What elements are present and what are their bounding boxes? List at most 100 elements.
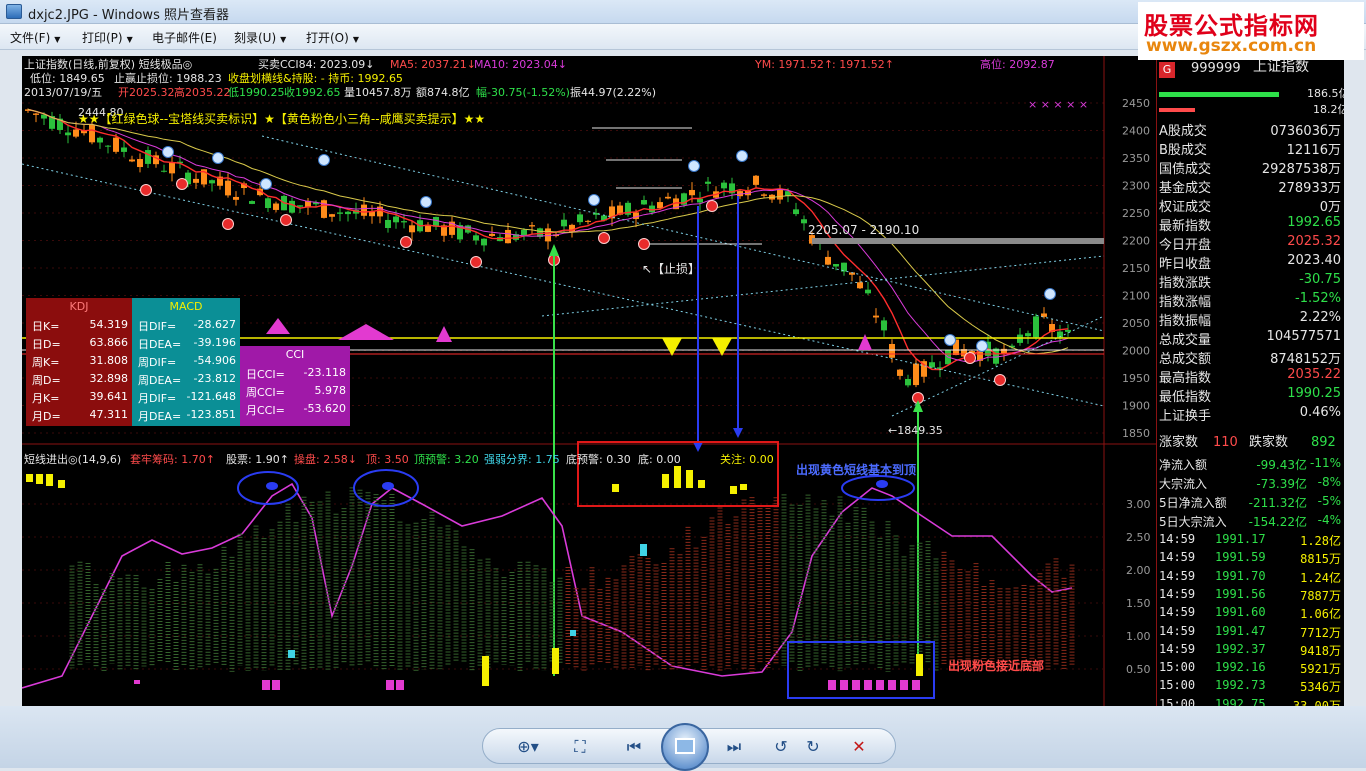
- pink-signal-block: [912, 680, 920, 690]
- flow-value: -154.22亿: [1248, 515, 1307, 529]
- y-axis-label: 2000: [1122, 345, 1150, 358]
- quote-value: 12116万: [1286, 143, 1341, 158]
- flow-percent: -8%: [1317, 475, 1341, 489]
- macd-row-label: 周DEA=: [138, 374, 182, 387]
- cci-row-label: 月CCI=: [246, 404, 285, 417]
- macd-row-label: 日DEA=: [138, 338, 182, 351]
- menu-print[interactable]: 打印(P) ▼: [82, 29, 133, 46]
- y-axis-label: 2350: [1122, 152, 1150, 165]
- trend-line: [261, 135, 1105, 332]
- red-ball: [964, 352, 976, 364]
- tick-time: 14:59: [1159, 568, 1196, 583]
- ups-count: 110: [1213, 435, 1238, 450]
- ind-trapped: 套牢筹码: 1.70↑: [130, 453, 215, 466]
- kdj-row-label: 日D=: [32, 338, 61, 351]
- blue-arrow-head: [693, 442, 703, 452]
- candle-body: [249, 201, 255, 204]
- menu-open[interactable]: 打开(O) ▼: [306, 29, 359, 46]
- quote-row: A股成交 073603б万: [1159, 120, 1343, 139]
- tick-price: 1991.70: [1215, 568, 1266, 583]
- candle-body: [665, 196, 671, 199]
- candle-body: [409, 225, 415, 233]
- pink-triangle: [338, 324, 394, 340]
- blue-ball: [162, 146, 174, 158]
- blue-ball: [1044, 288, 1056, 300]
- quote-row: 总成交量 104577571: [1159, 329, 1343, 348]
- quote-value: 073603б万: [1270, 124, 1341, 139]
- quote-row: 基金成交 278933万: [1159, 177, 1343, 196]
- tick-time: 14:59: [1159, 532, 1196, 546]
- candle-body: [481, 238, 487, 246]
- kdj-title: KDJ: [69, 300, 89, 313]
- ma10-readout: MA10: 2023.04↓: [474, 58, 567, 71]
- candle-body: [473, 235, 479, 241]
- candle-body: [145, 150, 151, 164]
- blue-dot: [876, 480, 888, 488]
- candle-body: [105, 145, 111, 147]
- candle-body: [721, 182, 727, 189]
- candle-body: [289, 200, 295, 213]
- pink-signal-block: [262, 680, 270, 690]
- pink-signal-block: [828, 680, 836, 690]
- candle-body: [169, 162, 175, 174]
- fit-icon[interactable]: ⛶: [567, 734, 593, 760]
- quote-label: 总成交额: [1159, 352, 1212, 367]
- candle-body: [761, 194, 767, 196]
- tick-time: 14:59: [1159, 550, 1196, 565]
- prev-icon[interactable]: ⏮: [619, 734, 649, 760]
- tick-time: 14:59: [1159, 623, 1196, 638]
- macd-row-label: 周DIF=: [138, 356, 177, 369]
- yellow-triangle: [662, 338, 682, 356]
- ind-watch: 关注: 0.00: [720, 453, 774, 466]
- stock-chart-image: 2450 2400 2350 2300 2250 2200 2150 2100 2050 2000…: [22, 56, 1344, 706]
- rotate-left-icon[interactable]: ↺: [769, 734, 793, 760]
- quote-row: 国债成交 29287538万: [1159, 158, 1343, 177]
- candle-body: [657, 202, 663, 209]
- slideshow-icon[interactable]: [661, 723, 709, 771]
- cci-row-value: -23.118: [303, 366, 346, 379]
- delete-icon[interactable]: ✕: [847, 734, 871, 760]
- flow-value: -211.32亿: [1248, 496, 1307, 510]
- tick-time: 15:00: [1159, 660, 1196, 675]
- sell-readout: 收盘划横线&持股: - 持币: 1992.65: [228, 72, 403, 85]
- flow-row: 大宗流入 -73.39亿 -8%: [1159, 475, 1343, 493]
- menu-file[interactable]: 文件(F) ▼: [10, 29, 60, 46]
- yellow-signal-block: [698, 480, 705, 488]
- downs-count: 892: [1311, 435, 1336, 450]
- pink-signal-block: [900, 680, 908, 690]
- range-box-label: 2205.07 - 2190.10: [808, 223, 920, 237]
- tick-row: 15:00 1992.73 5346万: [1159, 678, 1343, 696]
- cyan-signal-block: [570, 630, 576, 636]
- candle-body: [705, 181, 711, 184]
- flow-value: -99.43亿: [1256, 458, 1307, 472]
- cci-row-label: 周CCI=: [246, 386, 285, 399]
- next-icon[interactable]: ⏭: [719, 734, 749, 760]
- bar-change: 幅-30.75(-1.52%): [476, 86, 570, 99]
- candle-body: [825, 256, 831, 265]
- kdj-row-label: 周K=: [32, 356, 60, 369]
- kdj-row-label: 月D=: [32, 410, 61, 423]
- candle-body: [881, 320, 887, 331]
- yellow-signal-block: [730, 486, 737, 494]
- yellow-signal-block: [552, 648, 559, 674]
- y-axis-label: 2300: [1122, 180, 1150, 193]
- quote-label: 权证成交: [1159, 200, 1212, 215]
- flow-label: 大宗流入: [1159, 477, 1208, 491]
- tick-row: 14:59 1991.60 1.06亿: [1159, 605, 1343, 623]
- candle-body: [993, 348, 999, 364]
- candle-body: [633, 212, 639, 220]
- kdj-row-value: 32.898: [89, 372, 129, 385]
- tick-row: 14:59 1991.56 7887万: [1159, 587, 1343, 605]
- tick-row: 15:00 1992.75 33.00万: [1159, 697, 1343, 706]
- candle-body: [697, 198, 703, 203]
- tick-volume: 5921万: [1300, 662, 1341, 677]
- menu-email[interactable]: 电子邮件(E): [152, 29, 217, 46]
- tick-price: 1991.17: [1215, 532, 1266, 546]
- rotate-right-icon[interactable]: ↻: [801, 734, 825, 760]
- low-price-label: ←1849.35: [888, 424, 943, 437]
- candle-body: [97, 137, 103, 143]
- macd-title: MACD: [169, 300, 203, 313]
- menu-burn[interactable]: 刻录(U) ▼: [234, 29, 286, 46]
- zoom-icon[interactable]: ⊕▾: [511, 734, 545, 760]
- candle-body: [913, 363, 919, 386]
